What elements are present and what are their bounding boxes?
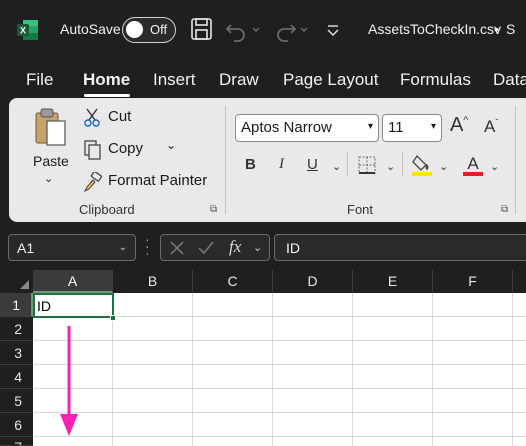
autosave-label: AutoSave: [60, 21, 121, 37]
clipboard-group-label: Clipboard: [79, 202, 135, 217]
scissors-icon: [84, 108, 100, 127]
function-dropdown-icon[interactable]: ⌄: [253, 241, 262, 254]
column-header-a[interactable]: A: [33, 270, 113, 293]
tab-insert[interactable]: Insert: [153, 70, 196, 90]
select-all-icon: [20, 280, 29, 289]
row-header-3[interactable]: 3: [0, 341, 33, 365]
row-header-7[interactable]: 7: [0, 437, 33, 446]
active-tab-indicator: [84, 94, 130, 97]
paste-button[interactable]: Paste: [33, 153, 69, 169]
svg-text:A: A: [467, 154, 479, 173]
formula-bar: A1 ⌄ · · · fx ⌄ ID: [0, 222, 526, 268]
tab-formulas[interactable]: Formulas: [400, 70, 471, 90]
cancel-icon[interactable]: [169, 240, 185, 256]
name-box-dropdown-icon[interactable]: ⌄: [119, 242, 127, 253]
font-name-dropdown-icon: ▾: [367, 121, 373, 132]
paste-dropdown-icon[interactable]: ⌄: [44, 172, 53, 185]
column-header-g[interactable]: [513, 270, 526, 293]
toggle-knob: [126, 21, 143, 38]
row-header-6[interactable]: 6: [0, 413, 33, 437]
bold-button[interactable]: B: [245, 156, 256, 173]
copy-label: Copy: [108, 140, 144, 157]
font-launcher-icon[interactable]: ⧉: [501, 204, 508, 215]
column-header-c[interactable]: C: [193, 270, 273, 293]
column-header-b[interactable]: B: [113, 270, 193, 293]
insert-function-icon[interactable]: fx: [229, 237, 241, 257]
row-header-5[interactable]: 5: [0, 389, 33, 413]
copy-icon: [84, 140, 101, 160]
group-divider: [225, 106, 226, 214]
font-size-select[interactable]: 11 ▾: [382, 114, 442, 142]
svg-text:X: X: [20, 26, 26, 36]
title-separator: •: [494, 21, 499, 37]
document-title: AssetsToCheckIn.csv: [368, 21, 502, 37]
fill-color-dropdown-icon[interactable]: ⌄: [439, 160, 448, 173]
ribbon-home: Paste ⌄ Cut Copy ⌄ Format Painter Clipbo…: [9, 98, 526, 222]
cell-a1-selected[interactable]: ID: [33, 293, 114, 318]
fill-color-icon[interactable]: [411, 152, 433, 178]
font-color-icon[interactable]: A: [462, 152, 484, 178]
customize-toolbar-icon[interactable]: [325, 16, 341, 42]
column-header-f[interactable]: F: [433, 270, 513, 293]
copy-dropdown-icon[interactable]: ⌄: [166, 138, 176, 152]
formula-input[interactable]: ID: [274, 234, 526, 261]
format-painter-label: Format Painter: [108, 172, 208, 189]
font-tool-divider: [347, 152, 348, 176]
underline-dropdown-icon[interactable]: ⌄: [332, 160, 341, 173]
font-size-value: 11: [388, 119, 404, 136]
formula-tools: fx ⌄: [160, 234, 270, 261]
row-header-4[interactable]: 4: [0, 365, 33, 389]
enter-icon[interactable]: [197, 240, 215, 256]
font-name-value: Aptos Narrow: [241, 119, 332, 136]
autosave-toggle[interactable]: Off: [122, 17, 176, 43]
italic-button[interactable]: I: [279, 156, 284, 173]
tab-home[interactable]: Home: [83, 70, 130, 90]
font-group-label: Font: [347, 202, 374, 217]
font-color-dropdown-icon[interactable]: ⌄: [490, 160, 499, 173]
borders-icon[interactable]: [357, 155, 377, 175]
autosave-state: Off: [150, 22, 168, 37]
format-painter-icon: [83, 172, 103, 192]
underline-button[interactable]: U: [307, 156, 318, 173]
cell-a1-value: ID: [37, 298, 51, 314]
excel-logo-icon: X: [17, 20, 38, 40]
document-title-tail: S: [506, 21, 516, 37]
paste-icon[interactable]: [34, 108, 68, 148]
clipboard-launcher-icon[interactable]: ⧉: [210, 204, 217, 215]
increase-font-size-icon[interactable]: A^: [450, 114, 468, 137]
tab-page-layout[interactable]: Page Layout: [283, 70, 378, 90]
save-icon[interactable]: [190, 16, 214, 42]
column-header-e[interactable]: E: [353, 270, 433, 293]
tab-data[interactable]: Data: [493, 70, 526, 90]
annotation-arrow-down-icon: [60, 326, 78, 436]
formula-content: ID: [286, 240, 300, 256]
tab-draw[interactable]: Draw: [219, 70, 259, 90]
font-name-select[interactable]: Aptos Narrow ▾: [235, 114, 379, 142]
decrease-font-size-icon[interactable]: Aˇ: [484, 117, 498, 137]
ribbon-tabs: File Home Insert Draw Page Layout Formul…: [0, 62, 526, 98]
row-header-1[interactable]: 1: [0, 293, 33, 317]
title-bar: X AutoSave Off AssetsToCheckIn.csv • S: [0, 0, 526, 62]
name-box[interactable]: A1 ⌄: [8, 234, 136, 261]
formula-bar-grip-icon[interactable]: · · ·: [145, 232, 150, 260]
undo-icon[interactable]: [225, 16, 263, 42]
select-all-button[interactable]: [0, 270, 33, 293]
redo-icon[interactable]: [273, 16, 311, 42]
cut-label: Cut: [108, 108, 132, 125]
tab-file[interactable]: File: [26, 70, 53, 90]
row-header-2[interactable]: 2: [0, 317, 33, 341]
group-divider: [515, 106, 516, 214]
font-size-dropdown-icon: ▾: [430, 121, 436, 132]
column-header-d[interactable]: D: [273, 270, 353, 293]
name-box-value: A1: [17, 240, 35, 256]
font-tool-divider: [402, 152, 403, 176]
fill-handle[interactable]: [110, 315, 116, 321]
borders-dropdown-icon[interactable]: ⌄: [386, 160, 395, 173]
